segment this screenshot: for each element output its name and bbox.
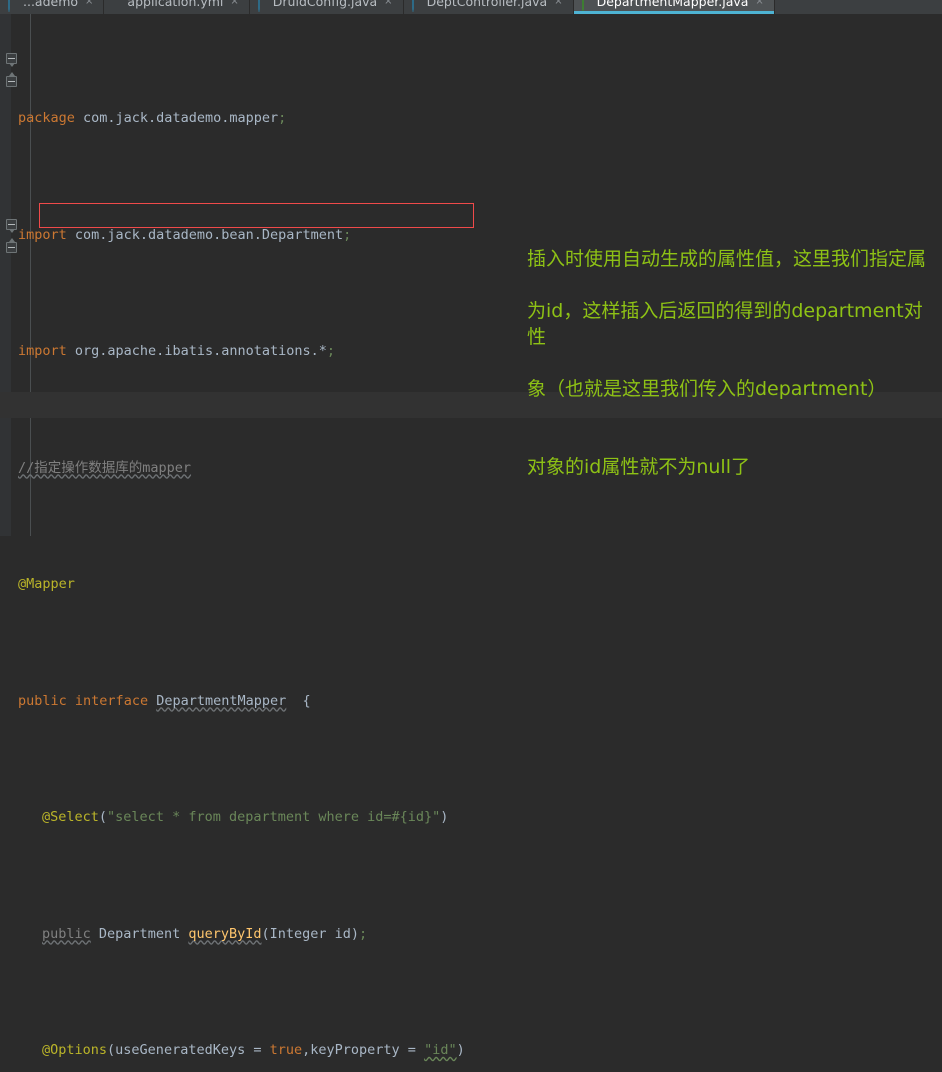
modifier-public: public <box>42 925 91 942</box>
value-id-string: "id" <box>424 1042 457 1059</box>
method-querybyid: queryById <box>188 925 262 942</box>
annotation-select: @Select <box>42 809 99 826</box>
close-paren: ) <box>456 1042 465 1059</box>
keyword-public: public <box>18 692 67 709</box>
keyword-import: import <box>18 226 67 243</box>
sql-select-string: "select * from department where id=#{id}… <box>107 809 441 826</box>
close-icon[interactable]: × <box>384 0 392 7</box>
return-type-department: Department <box>98 925 181 942</box>
attr-usegeneratedkeys: useGeneratedKeys <box>115 1042 246 1059</box>
tab-application-yml[interactable]: application.yml × <box>104 0 250 14</box>
java-interface-icon <box>581 0 593 12</box>
params: (Integer id) <box>261 925 360 942</box>
comma: , <box>302 1042 311 1059</box>
code-line-interface-declaration[interactable]: public interface DepartmentMapper { <box>0 690 942 713</box>
close-icon[interactable]: × <box>755 0 763 7</box>
close-icon[interactable]: × <box>554 0 562 7</box>
java-class-icon <box>411 0 423 12</box>
close-icon[interactable]: × <box>230 0 238 7</box>
keyword-interface: interface <box>74 692 149 709</box>
tab-label: DepartmentMapper.java <box>596 0 749 9</box>
annotation-line-4: 象（也就是这里我们传入的department） <box>527 378 887 400</box>
code-line-mapper-annotation[interactable]: @Mapper <box>0 573 942 596</box>
semicolon: ; <box>326 343 336 360</box>
tab-deptcontroller-java[interactable]: DeptController.java × <box>404 0 574 14</box>
editor-tab-bar[interactable]: ...ademo × application.yml × DruidConfig… <box>0 0 942 14</box>
module-icon <box>8 0 19 12</box>
tab-datademo[interactable]: ...ademo × <box>0 0 105 14</box>
annotation-line-3: 为id，这样插入后返回的得到的department对 <box>527 300 923 322</box>
literal-true: true <box>269 1042 303 1059</box>
tab-departmentmapper-java[interactable]: DepartmentMapper.java × <box>573 0 775 14</box>
open-paren: ( <box>98 809 108 826</box>
line-comment: //指定操作数据库的mapper <box>18 459 192 476</box>
annotation-line-5: 对象的id属性就不为null了 <box>527 456 750 478</box>
keyword-package: package <box>18 110 75 127</box>
annotation-note-bottom: 为id，这样插入后返回的得到的department对 象（也就是这里我们传入的d… <box>527 246 939 532</box>
tab-label: ...ademo <box>23 0 79 9</box>
annotation-mapper: @Mapper <box>18 576 75 593</box>
java-class-icon <box>257 0 269 12</box>
semicolon: ; <box>278 110 287 127</box>
code-line-options-annotation[interactable]: @Options(useGeneratedKeys = true,keyProp… <box>0 1039 942 1062</box>
tab-label: DeptController.java <box>426 0 548 9</box>
equals: = <box>399 1042 425 1059</box>
tab-druidconfig-java[interactable]: DruidConfig.java × <box>250 0 404 14</box>
package-name: com.jack.datademo.mapper <box>74 110 279 127</box>
attr-keyproperty: keyProperty <box>310 1042 400 1059</box>
yaml-file-icon <box>112 0 123 7</box>
close-icon[interactable]: × <box>85 0 93 7</box>
annotation-options: @Options <box>42 1042 108 1059</box>
tab-label: DruidConfig.java <box>272 0 378 9</box>
open-brace: { <box>302 692 311 709</box>
code-line-select-annotation[interactable]: @Select("select * from department where … <box>0 806 942 829</box>
semicolon: ; <box>359 925 368 942</box>
equals: = <box>245 1042 270 1059</box>
tab-label: application.yml <box>127 0 224 9</box>
semicolon: ; <box>343 226 352 243</box>
import-path: org.apache.ibatis.annotations.* <box>66 343 327 360</box>
open-paren: ( <box>107 1042 116 1059</box>
close-paren: ) <box>440 809 449 826</box>
type-name-departmentmapper: DepartmentMapper <box>156 692 287 709</box>
keyword-import: import <box>18 343 67 360</box>
code-line-package[interactable]: package com.jack.datademo.mapper; <box>0 107 942 130</box>
import-path: com.jack.datademo.bean.Department <box>66 226 344 243</box>
code-line-querybyid[interactable]: public Department queryById(Integer id); <box>0 923 942 946</box>
code-editor[interactable]: package com.jack.datademo.mapper; import… <box>0 14 942 1058</box>
